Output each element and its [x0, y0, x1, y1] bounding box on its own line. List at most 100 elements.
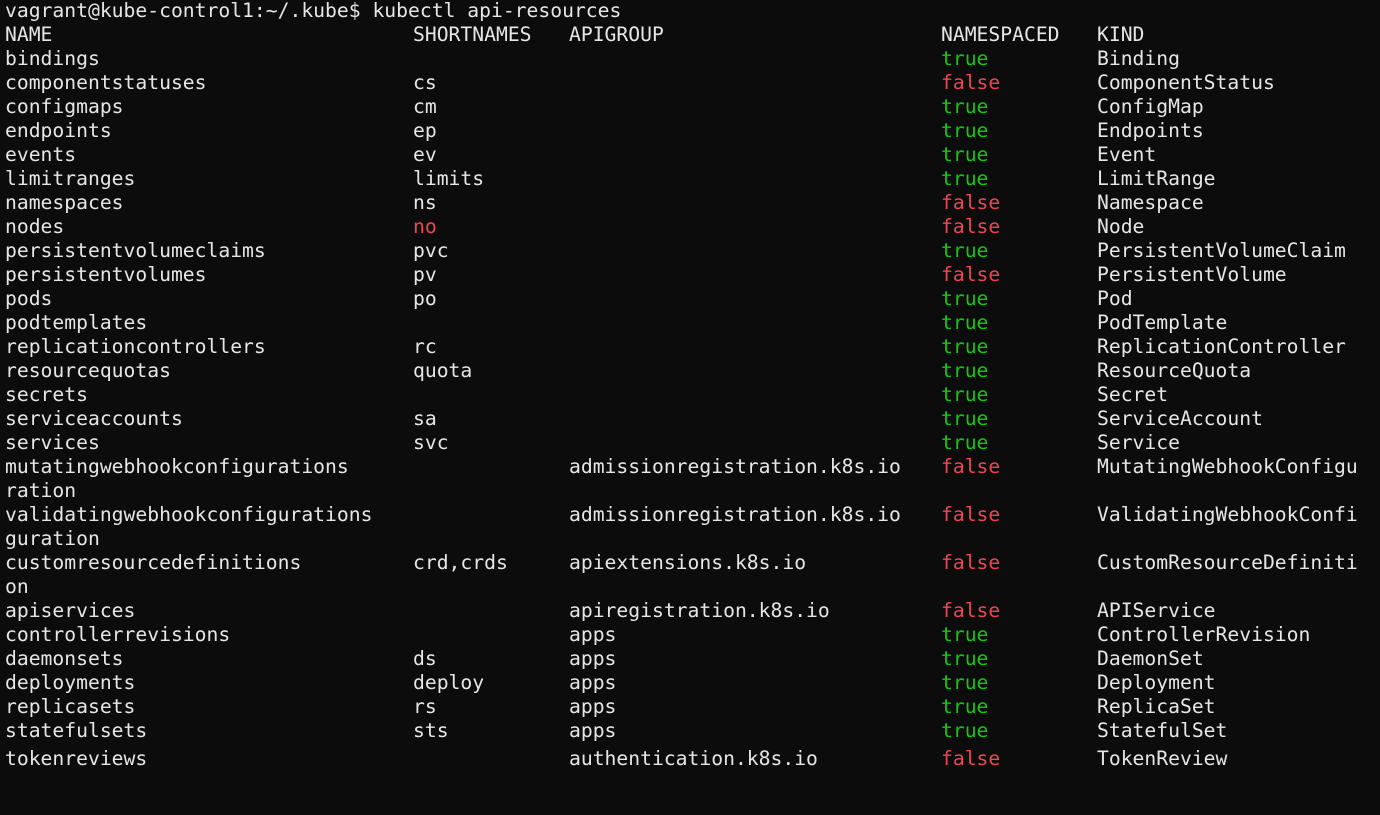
row-shortnames: ds: [413, 647, 437, 670]
row-kind: LimitRange: [1097, 167, 1216, 190]
row-kind: Namespace: [1097, 191, 1204, 214]
header-row: NAME SHORTNAMES APIGROUP NAMESPACED KIND: [5, 23, 1380, 47]
row-name: customresourcedefinitions: [5, 551, 302, 574]
row-namespaced: true: [941, 407, 989, 430]
table-row: bindings true Binding: [5, 47, 1380, 71]
header-name: NAME: [5, 23, 53, 46]
wrapped-line: guration: [5, 527, 1380, 551]
row-apigroup: authentication.k8s.io: [569, 747, 818, 767]
row-kind: ComponentStatus: [1097, 71, 1275, 94]
header-shortnames: SHORTNAMES: [413, 23, 532, 46]
row-name: apiservices: [5, 599, 136, 622]
wrapped-line: on: [5, 575, 1380, 599]
row-namespaced: true: [941, 623, 989, 646]
row-apigroup: apps: [569, 671, 617, 694]
row-shortnames: sa: [413, 407, 437, 430]
row-namespaced: true: [941, 311, 989, 334]
row-namespaced: true: [941, 167, 989, 190]
row-shortnames: rc: [413, 335, 437, 358]
row-shortnames: po: [413, 287, 437, 310]
row-shortnames: svc: [413, 431, 449, 454]
table-row: apiservices apiregistration.k8s.io false AP…: [5, 599, 1380, 623]
row-kind: Service: [1097, 431, 1180, 454]
row-kind: ConfigMap: [1097, 95, 1204, 118]
row-namespaced: false: [941, 599, 1001, 622]
header-kind: KIND: [1097, 23, 1145, 46]
row-shortnames: cm: [413, 95, 437, 118]
row-name: tokenreviews: [5, 747, 148, 767]
wrapped-text: guration: [5, 527, 100, 550]
table-row: validatingwebhookconfigurations admission…: [5, 503, 1380, 527]
table-row: replicationcontrollers rc true ReplicationC…: [5, 335, 1380, 359]
row-namespaced: false: [941, 263, 1001, 286]
trailing-row: tokenreviews authentication.k8s.io false…: [5, 743, 1380, 767]
row-name: persistentvolumes: [5, 263, 207, 286]
row-shortnames: deploy: [413, 671, 485, 694]
row-kind: TokenReview: [1097, 747, 1228, 767]
row-kind: Deployment: [1097, 671, 1216, 694]
row-shortnames: quota: [413, 359, 473, 382]
row-name: replicationcontrollers: [5, 335, 266, 358]
table-row: replicasets rs apps true ReplicaSet: [5, 695, 1380, 719]
row-shortnames: pvc: [413, 239, 449, 262]
row-shortnames: cs: [413, 71, 437, 94]
row-name: mutatingwebhookconfigurations: [5, 455, 349, 478]
header-apigroup: APIGROUP: [569, 23, 664, 46]
row-namespaced: true: [941, 47, 989, 70]
row-name: replicasets: [5, 695, 136, 718]
row-apigroup: apps: [569, 719, 617, 742]
table-row: secrets true Secret: [5, 383, 1380, 407]
table-row: componentstatuses cs false ComponentStatus: [5, 71, 1380, 95]
row-kind: PersistentVolume: [1097, 263, 1287, 286]
row-kind: CustomResourceDefiniti: [1097, 551, 1358, 574]
row-kind: PersistentVolumeClaim: [1097, 239, 1346, 262]
row-name: resourcequotas: [5, 359, 171, 382]
row-namespaced: true: [941, 719, 989, 742]
row-shortnames: crd,crds: [413, 551, 508, 574]
terminal-window[interactable]: vagrant@kube-control1:~/.kube$ kubectl a…: [5, 0, 1380, 767]
row-kind: Secret: [1097, 383, 1169, 406]
row-namespaced: false: [941, 191, 1001, 214]
row-name: nodes: [5, 215, 65, 238]
table-row: limitranges limits true LimitRange: [5, 167, 1380, 191]
row-namespaced: true: [941, 119, 989, 142]
row-kind: StatefulSet: [1097, 719, 1228, 742]
row-apigroup: apiextensions.k8s.io: [569, 551, 807, 574]
row-kind: ControllerRevision: [1097, 623, 1311, 646]
row-name: pods: [5, 287, 53, 310]
row-apigroup: admissionregistration.k8s.io: [569, 503, 901, 526]
row-apigroup: apiregistration.k8s.io: [569, 599, 830, 622]
row-name: bindings: [5, 47, 100, 70]
row-namespaced: true: [941, 647, 989, 670]
row-name: deployments: [5, 671, 136, 694]
row-shortnames: ev: [413, 143, 437, 166]
header-namespaced: NAMESPACED: [941, 23, 1060, 46]
row-kind: Pod: [1097, 287, 1133, 310]
row-namespaced: false: [941, 71, 1001, 94]
table-row: podtemplates true PodTemplate: [5, 311, 1380, 335]
row-kind: Binding: [1097, 47, 1180, 70]
command-prompt: vagrant@kube-control1:~/.kube$ kubectl a…: [5, 0, 622, 22]
row-shortnames: no: [413, 215, 437, 238]
table-row: pods po true Pod: [5, 287, 1380, 311]
row-name: services: [5, 431, 100, 454]
row-namespaced: true: [941, 695, 989, 718]
row-kind: Node: [1097, 215, 1145, 238]
wrapped-line: ration: [5, 479, 1380, 503]
row-namespaced: true: [941, 359, 989, 382]
table-row: serviceaccounts sa true ServiceAccount: [5, 407, 1380, 431]
row-namespaced: false: [941, 503, 1001, 526]
table-row: statefulsets sts apps true StatefulSet: [5, 719, 1380, 743]
row-kind: MutatingWebhookConfigu: [1097, 455, 1358, 478]
row-name: componentstatuses: [5, 71, 207, 94]
table-row: namespaces ns false Namespace: [5, 191, 1380, 215]
row-name: events: [5, 143, 77, 166]
row-name: configmaps: [5, 95, 124, 118]
row-namespaced: false: [941, 455, 1001, 478]
row-apigroup: admissionregistration.k8s.io: [569, 455, 901, 478]
resource-list: bindings true Binding componentstatuses cs fa…: [5, 47, 1380, 743]
table-row: deployments deploy apps true Deployment: [5, 671, 1380, 695]
row-name: limitranges: [5, 167, 136, 190]
table-row: daemonsets ds apps true DaemonSet: [5, 647, 1380, 671]
row-namespaced: true: [941, 671, 989, 694]
